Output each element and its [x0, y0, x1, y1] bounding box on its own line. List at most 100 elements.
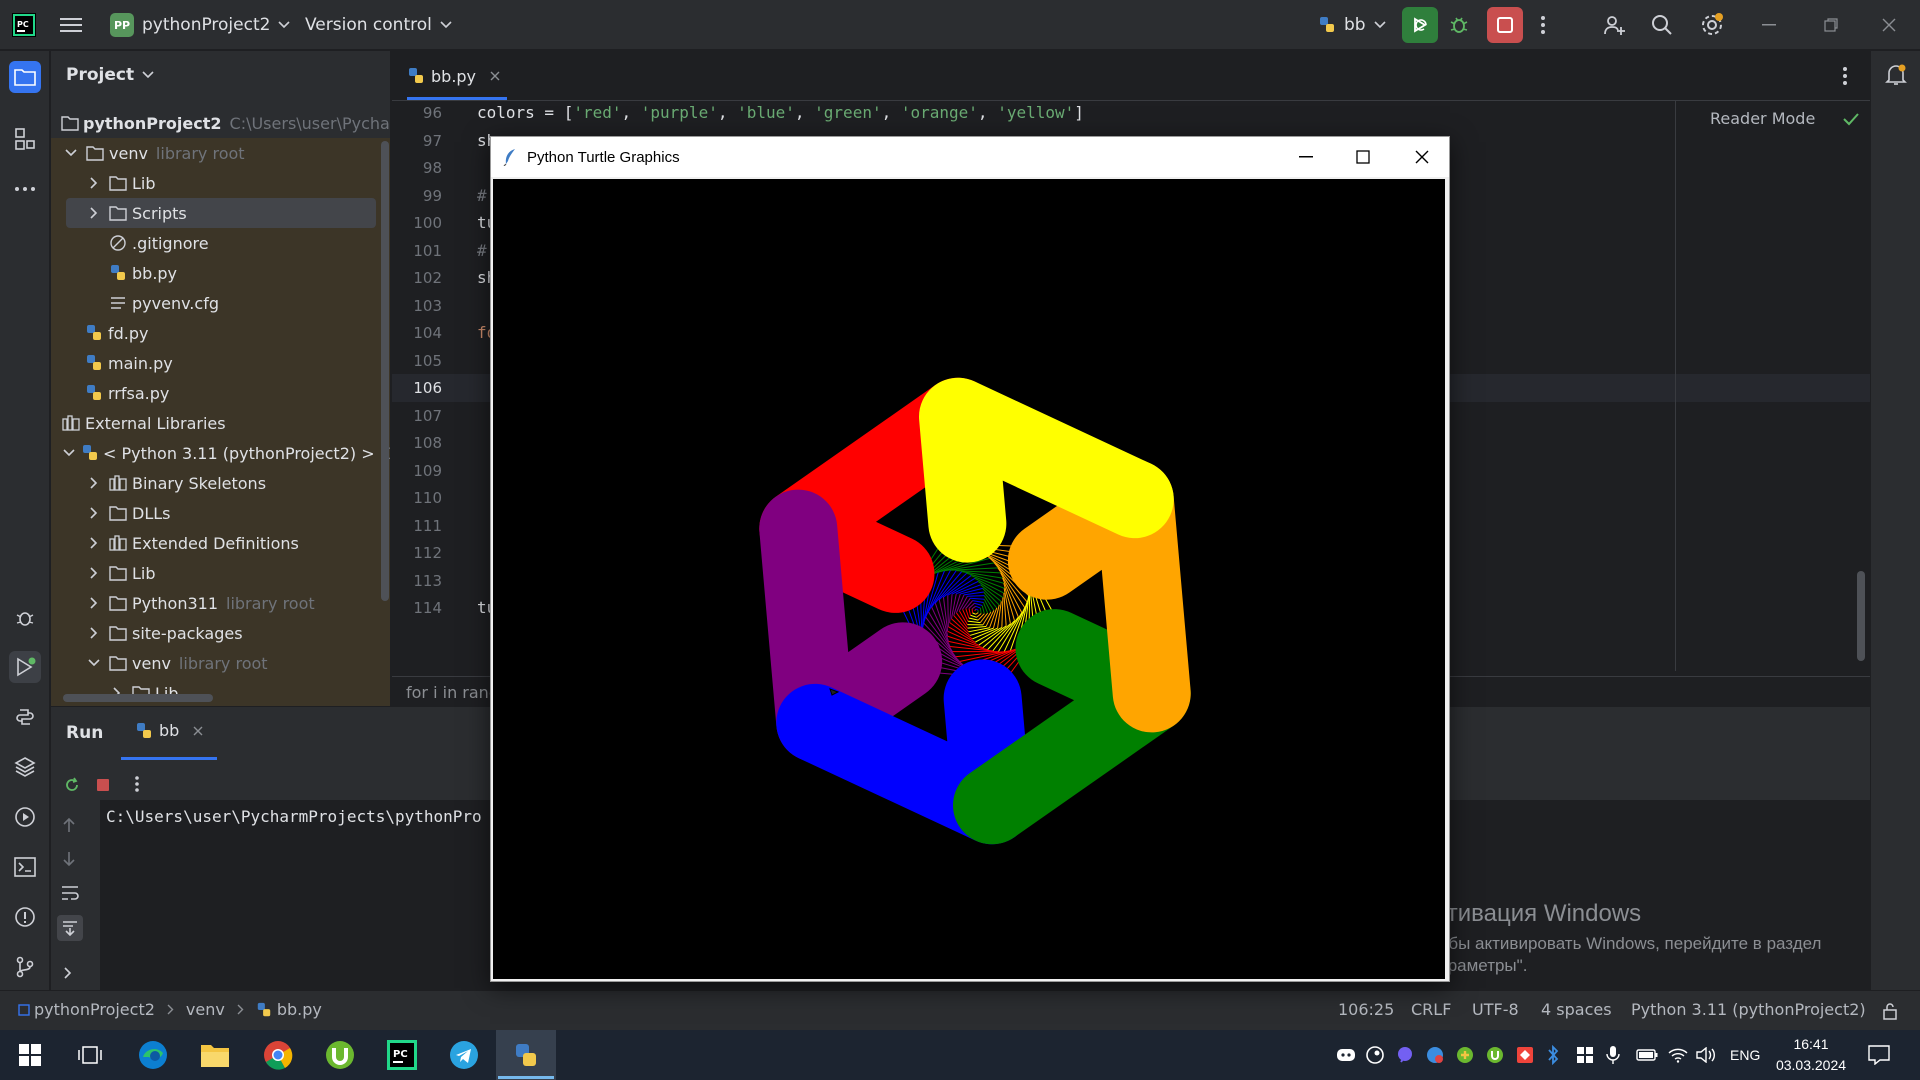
run-tool-icon[interactable] — [9, 651, 41, 683]
python-taskbar-icon[interactable] — [496, 1030, 556, 1080]
tree-item-lib[interactable]: Lib — [51, 168, 390, 198]
settings-gear-icon[interactable] — [1700, 0, 1724, 50]
discord-tray-icon[interactable] — [1336, 1030, 1356, 1080]
more-actions-icon[interactable] — [134, 775, 140, 793]
utorrent-tray-icon[interactable] — [1486, 1030, 1504, 1080]
editor-scrollbar[interactable] — [1857, 571, 1865, 661]
pycharm-taskbar-icon[interactable]: PC — [372, 1030, 432, 1080]
tree-item-main-py[interactable]: main.py — [51, 348, 390, 378]
restore-window-icon[interactable] — [1824, 0, 1838, 50]
notifications-bell-icon[interactable] — [1884, 63, 1908, 87]
chevron-right-icon[interactable] — [64, 967, 72, 979]
turtle-graphics-window[interactable]: Python Turtle Graphics — [490, 136, 1450, 982]
app-tray-icon[interactable] — [1456, 1030, 1474, 1080]
vcs-menu[interactable]: Version control — [305, 0, 452, 50]
tab-bb-py[interactable]: bb.py — [407, 51, 500, 101]
viber-tray-icon[interactable] — [1396, 1030, 1414, 1080]
turtle-canvas[interactable] — [493, 179, 1445, 979]
stop-icon[interactable] — [96, 778, 110, 792]
chevron-down-icon[interactable] — [86, 655, 102, 671]
security-tray-icon[interactable] — [1576, 1030, 1594, 1080]
scroll-up-icon[interactable] — [62, 817, 76, 833]
editor-more-icon[interactable] — [1842, 65, 1848, 87]
project-h-scrollbar[interactable] — [63, 694, 213, 702]
tree-item-project-root[interactable]: pythonProject2 C:\Users\user\Pychar — [51, 108, 390, 138]
project-selector[interactable]: PP pythonProject2 — [110, 0, 291, 50]
python-console-icon[interactable] — [9, 701, 41, 733]
close-window-icon[interactable] — [1882, 0, 1896, 50]
chevron-right-icon[interactable] — [86, 475, 102, 491]
project-panel-header[interactable]: Project — [66, 65, 154, 85]
tree-item-scripts[interactable]: Scripts — [51, 198, 390, 228]
turtle-window-titlebar[interactable]: Python Turtle Graphics — [491, 137, 1449, 177]
chevron-right-icon[interactable] — [86, 505, 102, 521]
tree-item-fd-py[interactable]: fd.py — [51, 318, 390, 348]
tree-item-venv-sdk[interactable]: venv library root — [51, 648, 390, 678]
minimize-window-icon[interactable] — [1762, 0, 1776, 50]
services-icon[interactable] — [9, 801, 41, 833]
tree-item-bb-py[interactable]: bb.py — [51, 258, 390, 288]
utorrent-icon[interactable] — [310, 1030, 370, 1080]
problems-icon[interactable] — [9, 901, 41, 933]
steam-tray-icon[interactable] — [1366, 1030, 1384, 1080]
tree-item-binary-skeletons[interactable]: Binary Skeletons — [51, 468, 390, 498]
close-tab-icon[interactable] — [490, 71, 500, 81]
tree-item-python311[interactable]: Python311 library root — [51, 588, 390, 618]
tree-item-venv[interactable]: venv library root — [51, 138, 390, 168]
microphone-tray-icon[interactable] — [1606, 1030, 1620, 1080]
editor-breadcrumb[interactable]: for i in rang — [406, 683, 499, 702]
chevron-down-icon[interactable] — [63, 445, 75, 461]
chrome-browser-icon[interactable] — [248, 1030, 308, 1080]
anydesk-tray-icon[interactable] — [1516, 1030, 1534, 1080]
breadcrumb-item[interactable]: pythonProject2 — [34, 1000, 155, 1019]
close-window-icon[interactable] — [1415, 150, 1429, 164]
git-branch-icon[interactable] — [9, 951, 41, 983]
input-language[interactable]: ENG — [1730, 1030, 1760, 1080]
project-folder-icon[interactable] — [9, 61, 41, 93]
tree-item-gitignore[interactable]: .gitignore — [51, 228, 390, 258]
telegram-icon[interactable] — [434, 1030, 494, 1080]
windows-start-icon[interactable] — [0, 1030, 60, 1080]
run-config-selector[interactable]: bb — [1318, 0, 1386, 50]
chevron-right-icon[interactable] — [86, 205, 102, 221]
task-view-icon[interactable] — [60, 1030, 120, 1080]
python-packages-icon[interactable] — [9, 751, 41, 783]
chevron-down-icon[interactable] — [63, 145, 79, 161]
terminal-icon[interactable] — [9, 851, 41, 883]
stop-button[interactable] — [1487, 0, 1523, 50]
main-menu-icon[interactable] — [60, 0, 82, 50]
bluetooth-tray-icon[interactable] — [1546, 1030, 1560, 1080]
project-scrollbar[interactable] — [381, 141, 389, 601]
debug-button[interactable] — [1448, 0, 1470, 50]
chevron-right-icon[interactable] — [86, 175, 102, 191]
more-actions-icon[interactable] — [1540, 0, 1546, 50]
close-tab-icon[interactable] — [193, 726, 203, 736]
pycharm-logo-icon[interactable]: PC — [12, 0, 36, 50]
tree-item-rrfsa-py[interactable]: rrfsa.py — [51, 378, 390, 408]
chevron-right-icon[interactable] — [86, 595, 102, 611]
minimize-window-icon[interactable] — [1299, 156, 1313, 158]
app-tray-icon[interactable] — [1426, 1030, 1444, 1080]
search-icon[interactable] — [1651, 0, 1673, 50]
debug-tool-icon[interactable] — [9, 602, 41, 634]
tree-item-dlls[interactable]: DLLs — [51, 498, 390, 528]
edge-browser-icon[interactable] — [123, 1030, 183, 1080]
chevron-right-icon[interactable] — [86, 535, 102, 551]
tree-item-pyvenv-cfg[interactable]: pyvenv.cfg — [51, 288, 390, 318]
rerun-icon[interactable] — [63, 776, 81, 794]
wifi-tray-icon[interactable] — [1668, 1030, 1688, 1080]
scroll-to-end-icon[interactable] — [57, 915, 83, 941]
line-separator[interactable]: CRLF — [1411, 1000, 1451, 1019]
maximize-window-icon[interactable] — [1356, 150, 1370, 164]
more-tools-icon[interactable] — [9, 173, 41, 205]
volume-tray-icon[interactable] — [1696, 1030, 1716, 1080]
breadcrumb-item[interactable]: bb.py — [277, 1000, 322, 1019]
chevron-right-icon[interactable] — [86, 565, 102, 581]
tree-item-site-packages[interactable]: site-packages — [51, 618, 390, 648]
rerun-button[interactable] — [1402, 0, 1438, 50]
code-with-me-icon[interactable] — [1602, 0, 1626, 50]
structure-icon[interactable] — [9, 123, 41, 155]
action-center-icon[interactable] — [1868, 1030, 1890, 1080]
file-encoding[interactable]: UTF-8 — [1472, 1000, 1519, 1019]
caret-position[interactable]: 106:25 — [1338, 1000, 1394, 1019]
